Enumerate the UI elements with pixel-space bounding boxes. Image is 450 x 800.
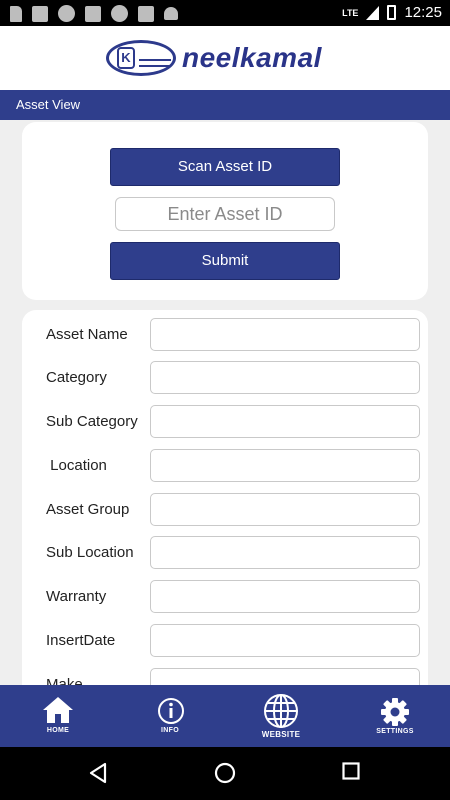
field-label: InsertDate [46, 632, 116, 649]
nav-info[interactable]: INFO [125, 685, 215, 747]
sd-card-icon [10, 5, 22, 22]
nav-home[interactable]: HOME [13, 685, 103, 747]
home-circle-icon[interactable] [214, 762, 236, 784]
form-row-sub-location: Sub Location [22, 536, 428, 570]
battery-icon [387, 5, 397, 20]
notification-icon [32, 5, 48, 22]
android-icon [164, 7, 178, 20]
field-label: Sub Category [46, 413, 138, 430]
notification-icon [138, 5, 154, 22]
form-row-category: Category [22, 361, 428, 395]
recents-icon[interactable] [342, 762, 360, 780]
field-label: Location [46, 457, 107, 474]
asset-name-field[interactable] [150, 318, 420, 351]
location-field[interactable] [150, 449, 420, 482]
globe-icon [264, 694, 298, 728]
field-label: Warranty [46, 588, 107, 605]
brand-logo: K neelkamal [106, 40, 322, 76]
nav-label: SETTINGS [376, 728, 414, 735]
page-title-bar: Asset View [0, 90, 450, 120]
nav-settings[interactable]: SETTINGS [350, 685, 440, 747]
asset-details-form: Asset Name Category Sub Category Locatio… [22, 310, 428, 700]
status-bar: LTE 12:25 [0, 0, 450, 26]
nav-label: HOME [46, 727, 70, 734]
form-row-warranty: Warranty [22, 580, 428, 614]
submit-button[interactable]: Submit [110, 242, 340, 280]
field-label: Sub Location [46, 544, 134, 561]
logo-mark-icon: K [106, 40, 176, 76]
notification-icon [58, 5, 75, 22]
category-field[interactable] [150, 361, 420, 394]
home-icon [43, 697, 73, 723]
form-row-asset-name: Asset Name [22, 318, 428, 352]
field-label: Asset Group [46, 501, 130, 518]
notification-icon [111, 5, 128, 22]
info-icon [158, 698, 184, 724]
insert-date-field[interactable] [150, 624, 420, 657]
field-label: Category [46, 369, 107, 386]
field-label: Asset Name [46, 326, 128, 343]
network-type: LTE [342, 7, 359, 18]
nav-label: WEBSITE [261, 730, 301, 739]
scan-asset-id-button[interactable]: Scan Asset ID [110, 148, 340, 186]
page-title: Asset View [16, 97, 81, 112]
form-row-location: Location [22, 449, 428, 483]
notification-icon [85, 5, 101, 22]
back-icon[interactable] [88, 762, 108, 784]
nav-label: INFO [161, 727, 179, 734]
warranty-field[interactable] [150, 580, 420, 613]
asset-id-input[interactable] [115, 197, 335, 231]
clock: 12:25 [404, 4, 442, 21]
form-row-insert-date: InsertDate [22, 624, 428, 658]
sub-location-field[interactable] [150, 536, 420, 569]
gear-icon [381, 698, 409, 726]
bottom-navigation: HOME INFO WEBSITE SETTINGS [0, 685, 450, 747]
brand-name: neelkamal [182, 42, 322, 73]
scan-card: Scan Asset ID Submit [22, 122, 428, 300]
signal-icon [366, 5, 380, 20]
asset-group-field[interactable] [150, 493, 420, 526]
system-navigation-bar [0, 747, 450, 800]
nav-website[interactable]: WEBSITE [236, 685, 326, 747]
sub-category-field[interactable] [150, 405, 420, 438]
app-header: K neelkamal [0, 26, 450, 90]
form-row-sub-category: Sub Category [22, 405, 428, 439]
form-row-asset-group: Asset Group [22, 493, 428, 527]
